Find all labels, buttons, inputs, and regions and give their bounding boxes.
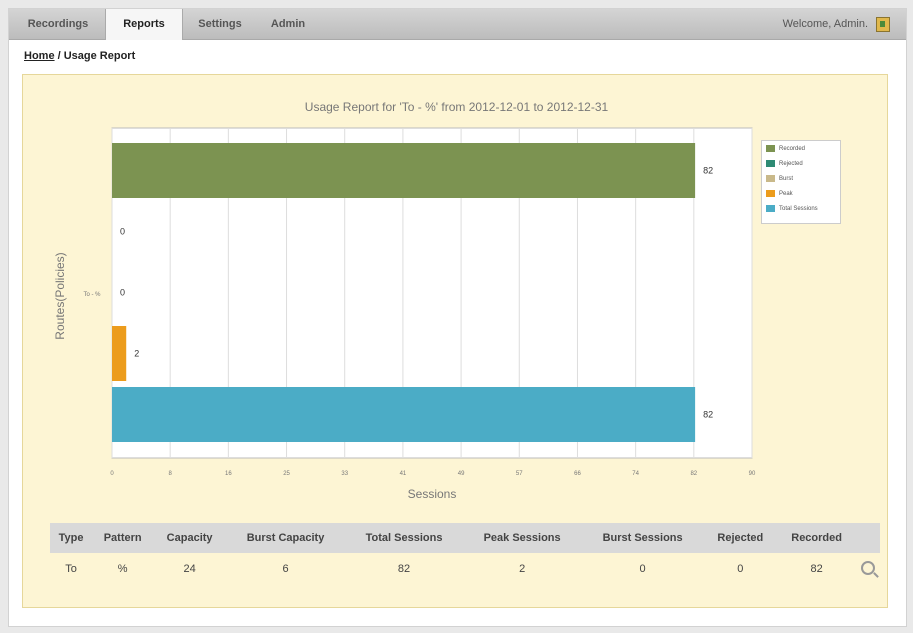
table-header-cell: [856, 523, 880, 553]
table-row: To% 24 6 82 2 0 0 82: [50, 553, 880, 585]
legend-item: Burst: [762, 171, 840, 186]
table-cell: 24: [183, 563, 196, 575]
y-category-label: To - %: [83, 292, 101, 298]
table-header-cell: Rejected: [703, 523, 777, 553]
legend-item: Total Sessions: [762, 201, 840, 216]
legend-label: Rejected: [779, 160, 803, 167]
x-tick-label: 41: [400, 471, 407, 477]
table-header-row: Type Pattern Capacity Burst Capacity Total S…: [50, 523, 880, 553]
table-header-cell: Capacity: [153, 523, 226, 553]
table-cell: 82: [810, 563, 823, 575]
x-tick-label: 82: [690, 471, 697, 477]
bar-total-sessions: [112, 387, 696, 442]
legend-label: Burst: [779, 175, 794, 182]
x-tick-label: 25: [283, 471, 290, 477]
legend-label: Recorded: [779, 145, 806, 152]
data-label: 82: [703, 410, 713, 420]
x-tick-label: 57: [516, 471, 523, 477]
x-tick-label: 0: [110, 471, 114, 477]
legend-swatch: [766, 160, 775, 167]
table-cell: To: [65, 563, 77, 575]
legend-item: Recorded: [762, 141, 840, 156]
table-cell: 82: [397, 563, 411, 575]
x-tick-label: 16: [225, 471, 232, 477]
legend-item: Rejected: [762, 156, 840, 171]
table-header-cell: Total Sessions: [345, 523, 463, 553]
legend-label: Peak: [779, 190, 793, 197]
usage-table: Type Pattern Capacity Burst Capacity Total S…: [50, 523, 880, 585]
bar-peak: [112, 326, 127, 381]
legend-item: Peak: [762, 186, 840, 201]
x-tick-label: 33: [341, 471, 348, 477]
search-icon[interactable]: [861, 560, 876, 575]
table-header-cell: Recorded: [776, 523, 857, 553]
table-cell: 0: [639, 563, 646, 575]
x-axis-label: Sessions: [408, 487, 457, 501]
x-tick-label: 49: [458, 471, 465, 477]
table-header-cell: Peak Sessions: [463, 523, 582, 553]
data-label: 2: [134, 349, 139, 359]
table-header-cell: Burst Capacity: [225, 523, 346, 553]
table-cell: 6: [282, 563, 289, 575]
data-label: 82: [703, 166, 713, 176]
data-label: 0: [120, 227, 125, 237]
legend-swatch: [766, 205, 775, 212]
table-header-cell: Pattern: [92, 523, 154, 553]
x-tick-label: 74: [632, 471, 639, 477]
table-cell: [857, 553, 880, 585]
table-cell: %: [117, 563, 128, 575]
table-cell: 0: [737, 563, 744, 575]
table-header-cell: Type: [50, 523, 93, 553]
x-tick-label: 8: [169, 471, 173, 477]
chart-legend: Recorded Rejected Burst Peak Total Sessions: [761, 140, 841, 224]
data-label: 0: [120, 288, 125, 298]
legend-label: Total Sessions: [779, 205, 818, 212]
legend-swatch: [766, 145, 775, 152]
table-header-cell: Burst Sessions: [581, 523, 704, 553]
x-tick-label: 90: [749, 471, 756, 477]
y-axis-label: Routes(Policies): [53, 252, 67, 339]
x-tick-label: 66: [574, 471, 581, 477]
table-cell: 2: [519, 563, 526, 575]
bar-recorded: [112, 143, 696, 198]
legend-swatch: [766, 190, 775, 197]
legend-swatch: [766, 175, 775, 182]
